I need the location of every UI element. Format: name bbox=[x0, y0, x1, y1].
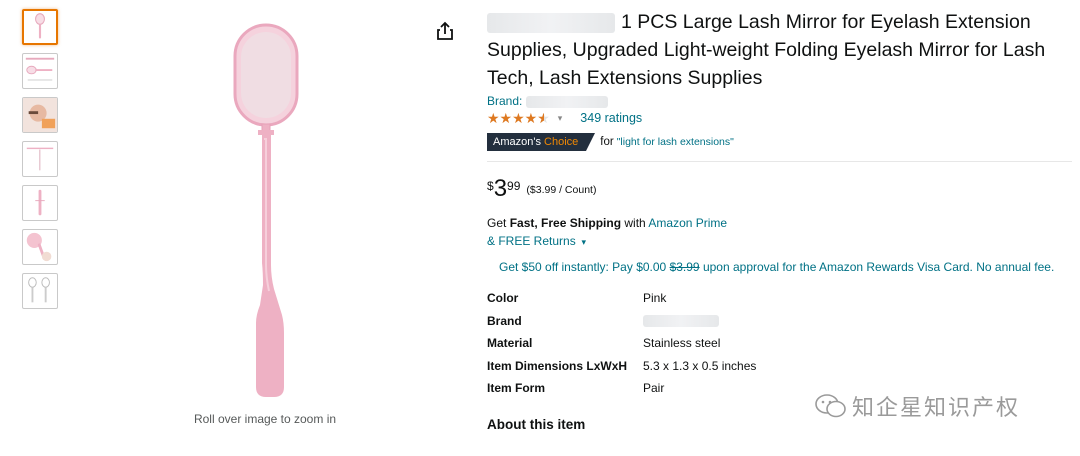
attribute-row: Material Stainless steel bbox=[487, 332, 1067, 355]
ratings-count-link[interactable]: 349 ratings bbox=[580, 109, 642, 127]
thumbnail-2[interactable] bbox=[22, 53, 58, 89]
thumbnail-3[interactable] bbox=[22, 97, 58, 133]
zoom-hint: Roll over image to zoom in bbox=[193, 412, 337, 426]
choice-for-text: for bbox=[600, 136, 614, 148]
redacted-brand-name bbox=[487, 12, 615, 33]
variants-thumbnail-icon bbox=[28, 277, 50, 303]
attribute-label: Item Form bbox=[487, 381, 546, 396]
product-details: 1 PCS Large Lash Mirror for Eyelash Exte… bbox=[487, 8, 1072, 432]
free-returns-link[interactable]: & FREE Returns bbox=[487, 234, 576, 248]
watermark: 知企星知识产权 bbox=[814, 390, 1020, 422]
hand-thumbnail-icon bbox=[26, 232, 52, 262]
attribute-value: Stainless steel bbox=[643, 336, 721, 351]
share-icon[interactable] bbox=[434, 20, 456, 42]
visa-offer[interactable]: Get $50 off instantly: Pay $0.00 $3.99 u… bbox=[499, 259, 1067, 276]
price-symbol: $ bbox=[487, 179, 494, 193]
price-per-unit: ($3.99 / Count) bbox=[526, 184, 597, 196]
attribute-label: Item Dimensions LxWxH bbox=[487, 358, 628, 373]
product-title: 1 PCS Large Lash Mirror for Eyelash Exte… bbox=[487, 8, 1067, 92]
amazon-prime-link[interactable]: Amazon Prime bbox=[648, 216, 727, 230]
thumbnail-7[interactable] bbox=[22, 273, 58, 309]
star-rating-icon[interactable]: ★★★★★ ★ bbox=[487, 109, 550, 127]
rating-line: ★★★★★ ★ ▾ 349 ratings bbox=[487, 109, 1067, 127]
attribute-value: Pair bbox=[643, 381, 665, 396]
mirror-thumbnail-icon bbox=[35, 13, 45, 39]
offer-strike-price: $3.99 bbox=[669, 260, 700, 274]
amazons-choice-line: Amazon's Choice for "light for lash exte… bbox=[487, 133, 1067, 151]
offer-text-a: Get $50 off instantly: Pay $0.00 bbox=[499, 260, 667, 274]
brand-label: Brand: bbox=[487, 94, 523, 108]
thumbnail-1[interactable] bbox=[22, 9, 58, 45]
thumbnail-6[interactable] bbox=[22, 229, 58, 265]
redacted-brand-value bbox=[643, 314, 719, 327]
price-block: $ 3 99 ($3.99 / Count) bbox=[487, 177, 1067, 203]
offer-text-b: upon approval for the Amazon Rewards Vis… bbox=[702, 260, 1055, 274]
price-whole: 3 bbox=[493, 175, 508, 202]
thumbnail-5[interactable] bbox=[22, 185, 58, 221]
chevron-down-icon[interactable]: ▾ bbox=[579, 237, 587, 247]
thumbnail-4[interactable] bbox=[22, 141, 58, 177]
attribute-row: Color Pink bbox=[487, 287, 1067, 310]
badge-suffix: Choice bbox=[544, 136, 579, 148]
redacted-brand-link[interactable] bbox=[525, 95, 608, 108]
attribute-label: Brand bbox=[487, 313, 522, 328]
attribute-value: 5.3 x 1.3 x 0.5 inches bbox=[643, 358, 757, 373]
divider bbox=[487, 161, 1072, 162]
folded-thumbnail-icon bbox=[26, 147, 54, 171]
ship-get: Get bbox=[487, 216, 507, 230]
attribute-row: Item Dimensions LxWxH 5.3 x 1.3 x 0.5 in… bbox=[487, 355, 1067, 378]
product-main-image[interactable] bbox=[150, 15, 390, 405]
attribute-label: Color bbox=[487, 291, 519, 306]
side-thumbnail-icon bbox=[35, 189, 45, 216]
price-fraction: 99 bbox=[507, 179, 521, 193]
amazons-choice-badge: Amazon's Choice bbox=[487, 133, 596, 151]
ship-with: with bbox=[624, 216, 646, 230]
usage-thumbnail-icon bbox=[23, 98, 57, 132]
ship-fast-free: Fast, Free Shipping bbox=[509, 216, 622, 230]
brand-line: Brand: bbox=[487, 93, 1067, 109]
chevron-down-icon[interactable]: ▾ bbox=[558, 109, 563, 127]
badge-prefix: Amazon's bbox=[493, 136, 541, 148]
attribute-value: Pink bbox=[643, 291, 667, 306]
attribute-label: Material bbox=[487, 336, 533, 351]
dimension-thumbnail-icon bbox=[25, 57, 55, 81]
shipping-info: Get Fast, Free Shipping with Amazon Prim… bbox=[487, 214, 1067, 251]
watermark-text: 知企星知识产权 bbox=[852, 395, 1021, 420]
thumbnail-list bbox=[22, 9, 60, 317]
choice-keyword-link[interactable]: "light for lash extensions" bbox=[617, 136, 734, 148]
attribute-row: Brand bbox=[487, 310, 1067, 333]
wechat-icon bbox=[815, 394, 846, 418]
attributes-table: Color Pink Brand Material Stainless stee… bbox=[487, 287, 1067, 400]
